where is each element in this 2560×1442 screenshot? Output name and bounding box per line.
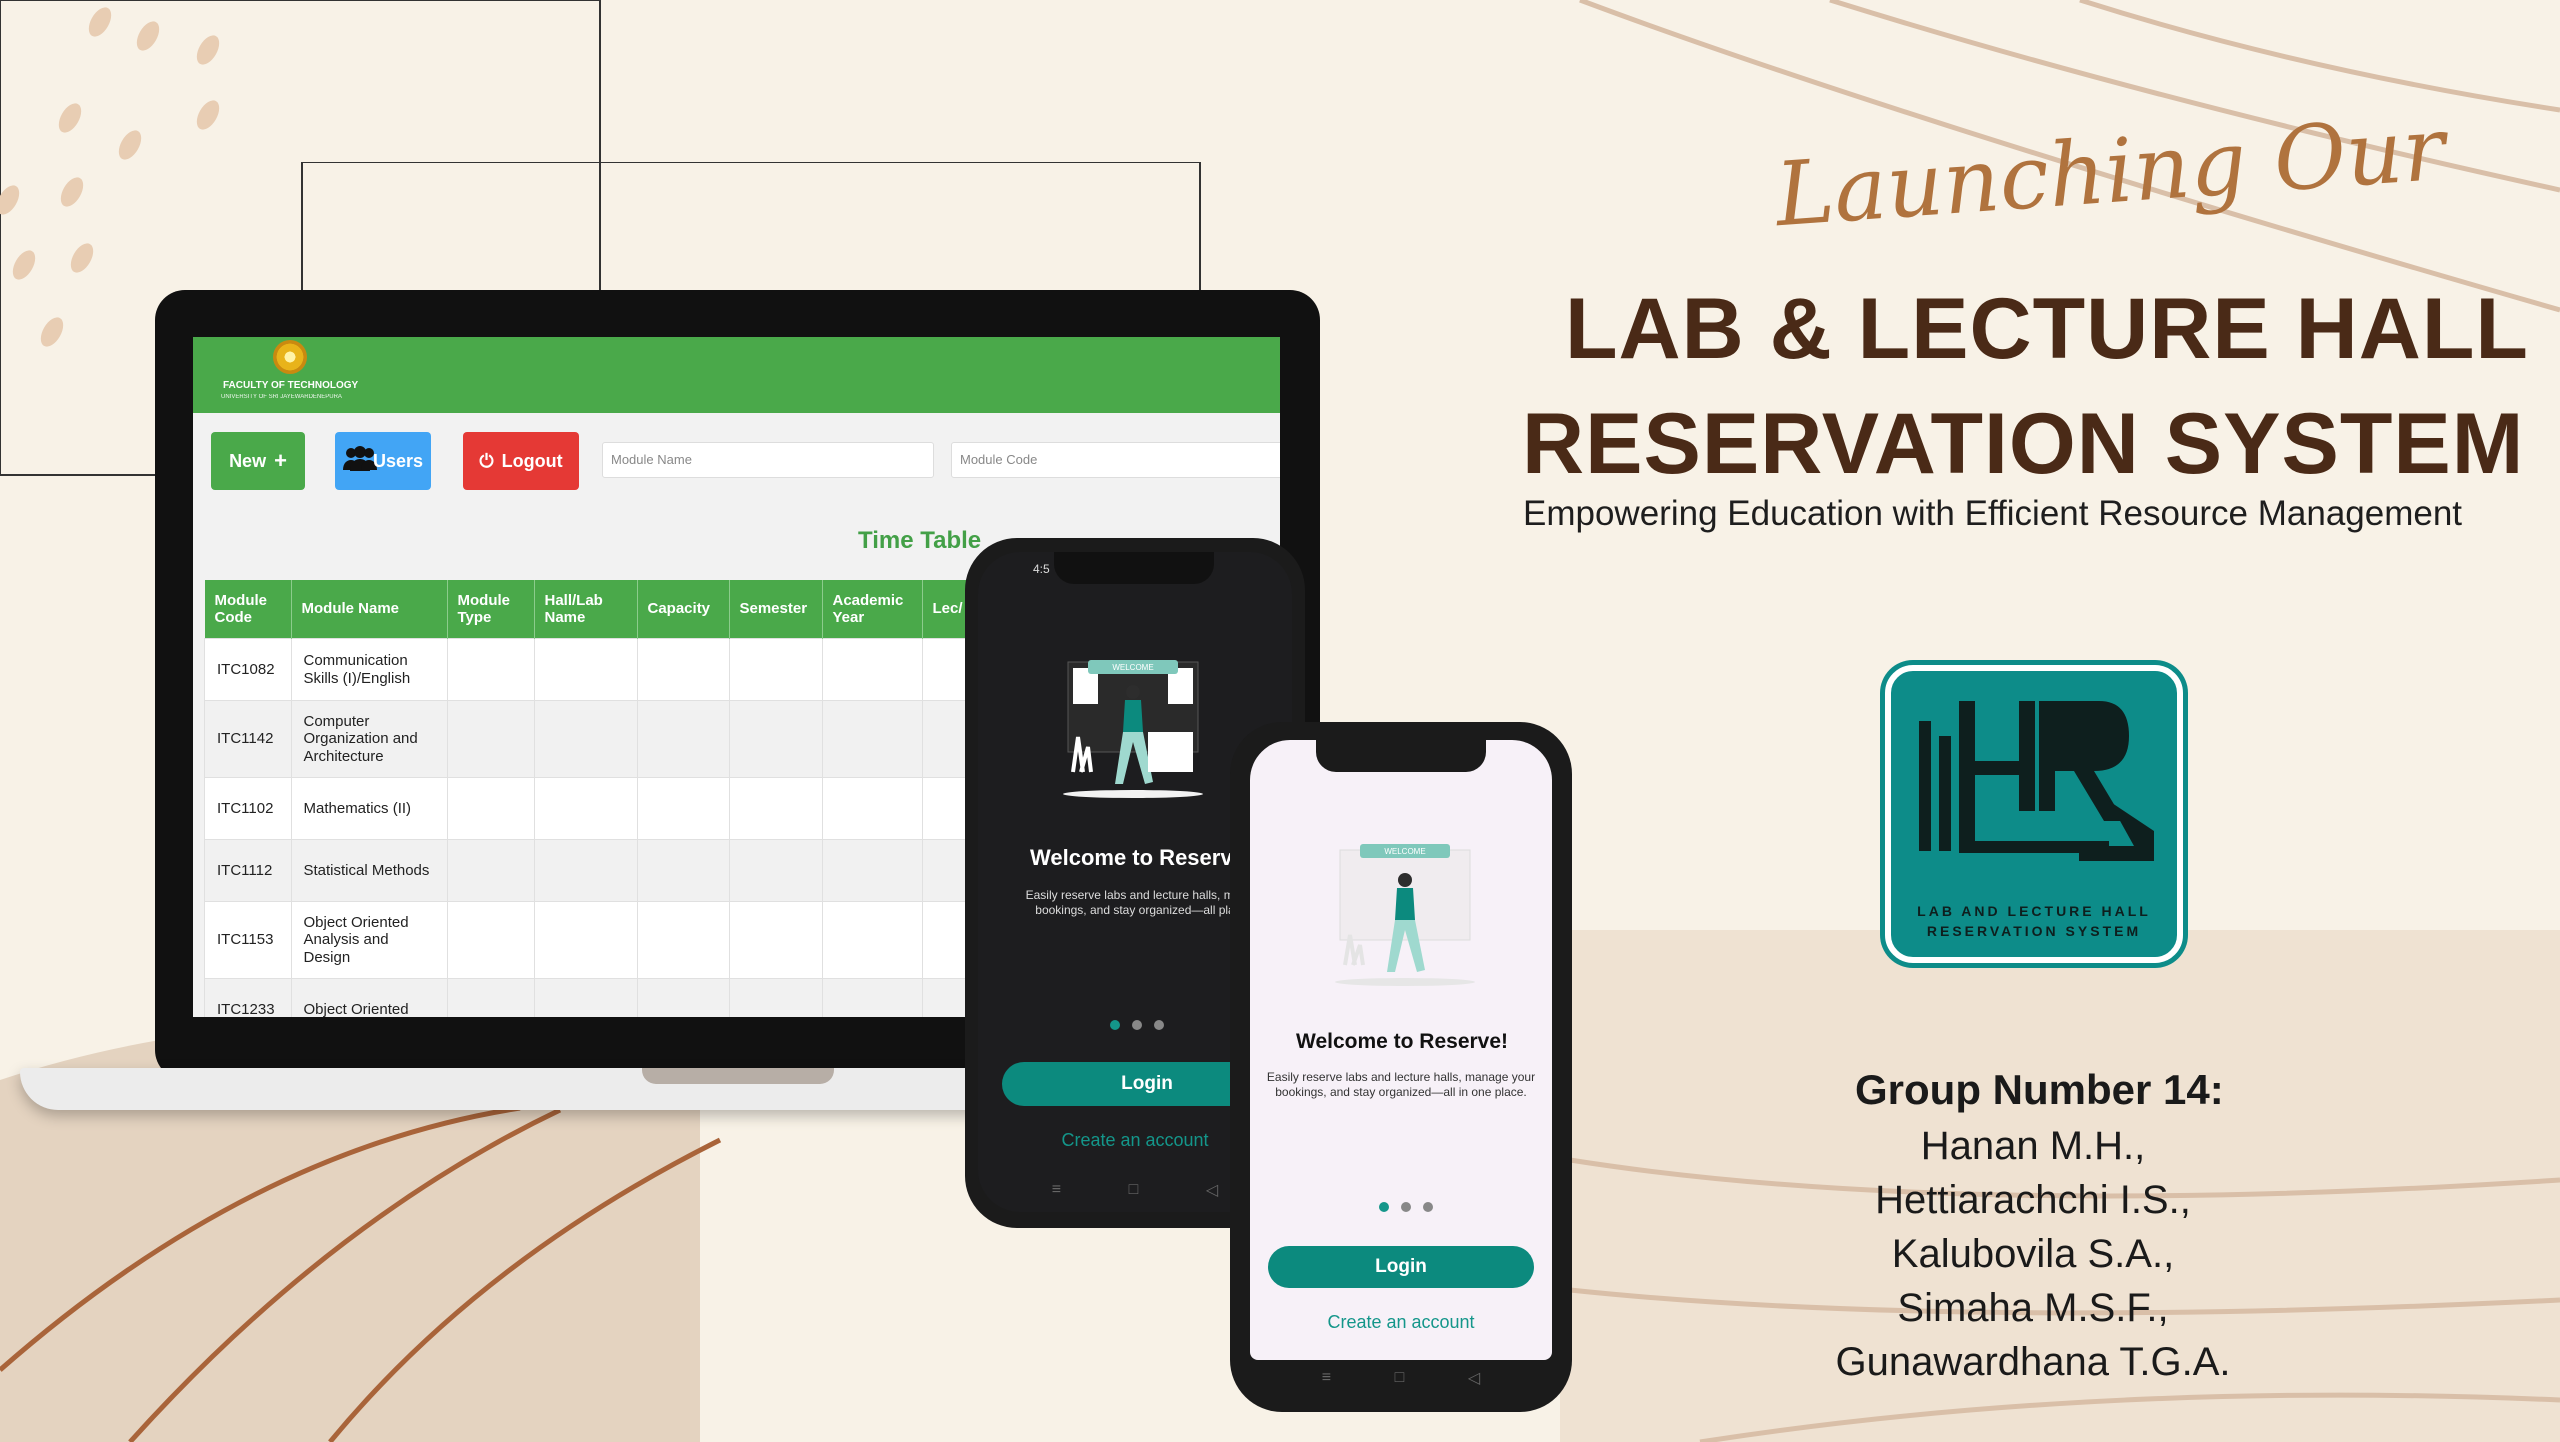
phone-light-screen: WELCOME Welcome to Reserve! Easily reser…	[1250, 740, 1552, 1360]
pager-dots	[1110, 1020, 1164, 1030]
module-code-cell: ITC1102	[204, 777, 292, 840]
column-header[interactable]: Module Type	[447, 580, 535, 639]
logout-button[interactable]: ⏻ Logout	[463, 432, 579, 490]
menu-icon[interactable]: ≡	[1322, 1369, 1331, 1387]
headline-line1: LAB & LECTURE HALL	[1565, 281, 2529, 377]
tagline: Empowering Education with Efficient Reso…	[1523, 494, 2463, 533]
column-header[interactable]: Hall/Lab Name	[534, 580, 638, 639]
university-logo-icon	[273, 340, 307, 374]
home-icon[interactable]: □	[1129, 1181, 1139, 1199]
create-account-link[interactable]: Create an account	[1266, 1312, 1536, 1333]
module-name-cell: Object Oriented	[290, 978, 448, 1017]
timetable-title: Time Table	[858, 527, 982, 554]
column-header[interactable]: Capacity	[637, 580, 730, 639]
new-button-label: New	[229, 450, 267, 471]
phone-notch	[1316, 740, 1486, 772]
column-header[interactable]: Semester	[729, 580, 823, 639]
status-time: 4:5	[1033, 562, 1050, 576]
app-header: FACULTY OF TECHNOLOGY UNIVERSITY OF SRI …	[193, 337, 1280, 413]
column-header[interactable]: Module Name	[291, 580, 448, 639]
users-icon	[342, 445, 377, 477]
module-name-cell: Computer Organization and Architecture	[290, 700, 448, 778]
new-button[interactable]: New +	[211, 432, 305, 490]
back-icon[interactable]: ◁	[1468, 1368, 1480, 1388]
welcome-illustration: WELCOME	[1335, 844, 1475, 986]
university-name: UNIVERSITY OF SRI JAYEWARDENEPURA	[221, 394, 342, 400]
module-name-cell: Object Oriented Analysis and Design	[290, 901, 448, 979]
table-row[interactable]: ITC1112 Statistical Methods	[204, 839, 1004, 902]
table-header-row: Module Code Module Name Module Type Hall…	[204, 580, 1004, 639]
llhrs-logo: LAB AND LECTURE HALL RESERVATION SYSTEM	[1885, 665, 2183, 963]
login-button[interactable]: Login	[1268, 1246, 1534, 1288]
welcome-banner-text: WELCOME	[1112, 663, 1153, 672]
group-member: Simaha M.S.F.,	[1897, 1286, 2169, 1330]
table-row[interactable]: ITC1142 Computer Organization and Archit…	[204, 700, 1004, 778]
module-name-search-input[interactable]: Module Name	[602, 442, 934, 478]
welcome-banner-text: WELCOME	[1384, 847, 1425, 856]
users-button-label: Users	[372, 450, 424, 471]
back-icon[interactable]: ◁	[1206, 1180, 1218, 1200]
module-code-cell: ITC1142	[204, 700, 292, 778]
logout-button-label: Logout	[501, 450, 563, 471]
timetable-table: Module Code Module Name Module Type Hall…	[204, 580, 1004, 1017]
android-nav-bar: ≡ □ ◁	[1290, 1368, 1512, 1388]
group-member: Gunawardhana T.G.A.	[1835, 1340, 2231, 1384]
power-icon: ⏻	[479, 450, 494, 471]
module-name-cell: Communication Skills (I)/English	[290, 638, 448, 701]
welcome-illustration: WELCOME	[1063, 660, 1203, 798]
module-code-cell: ITC1153	[204, 901, 292, 979]
home-icon[interactable]: □	[1395, 1369, 1405, 1387]
table-row[interactable]: ITC1082 Communication Skills (I)/English	[204, 638, 1004, 701]
plus-icon: +	[274, 448, 287, 473]
column-header[interactable]: Module Code	[204, 580, 292, 639]
table-row[interactable]: ITC1233 Object Oriented	[204, 978, 1004, 1017]
module-code-search-input[interactable]: Module Code	[951, 442, 1280, 478]
faculty-name: FACULTY OF TECHNOLOGY	[223, 380, 359, 391]
welcome-title: Welcome to Reserve!	[1296, 1030, 1509, 1053]
pager-dot	[1154, 1020, 1164, 1030]
pager-dot	[1132, 1020, 1142, 1030]
column-header[interactable]: Academic Year	[822, 580, 923, 639]
table-row[interactable]: ITC1153 Object Oriented Analysis and Des…	[204, 901, 1004, 979]
module-code-cell: ITC1082	[204, 638, 292, 701]
llhrs-logo-line2: RESERVATION SYSTEM	[1926, 923, 2142, 939]
pager-dots	[1379, 1202, 1433, 1212]
llhrs-logo-mark-icon	[1919, 701, 2154, 861]
module-name-cell: Statistical Methods	[290, 839, 448, 902]
module-code-cell: ITC1233	[204, 978, 292, 1017]
pager-dot-active	[1379, 1202, 1389, 1212]
laptop-notch	[642, 1068, 834, 1084]
welcome-title: Welcome to Reserve	[1030, 845, 1245, 870]
users-button[interactable]: Users	[335, 432, 431, 490]
pager-dot-active	[1110, 1020, 1120, 1030]
headline-line2: RESERVATION SYSTEM	[1522, 396, 2525, 492]
group-title: Group Number 14:	[1855, 1066, 2224, 1113]
welcome-description: Easily reserve labs and lecture halls, m…	[1266, 1070, 1536, 1099]
pager-dot	[1423, 1202, 1433, 1212]
android-nav-bar: ≡ □ ◁	[1018, 1180, 1252, 1200]
module-code-cell: ITC1112	[204, 839, 292, 902]
module-name-cell: Mathematics (II)	[290, 777, 448, 840]
phone-notch	[1054, 552, 1214, 584]
llhrs-logo-line1: LAB AND LECTURE HALL	[1917, 903, 2151, 919]
group-member: Hanan M.H.,	[1920, 1124, 2146, 1168]
pager-dot	[1401, 1202, 1411, 1212]
group-member: Hettiarachchi I.S.,	[1875, 1178, 2191, 1222]
group-member: Kalubovila S.A.,	[1891, 1232, 2175, 1276]
table-row[interactable]: ITC1102 Mathematics (II)	[204, 777, 1004, 840]
menu-icon[interactable]: ≡	[1052, 1181, 1061, 1199]
